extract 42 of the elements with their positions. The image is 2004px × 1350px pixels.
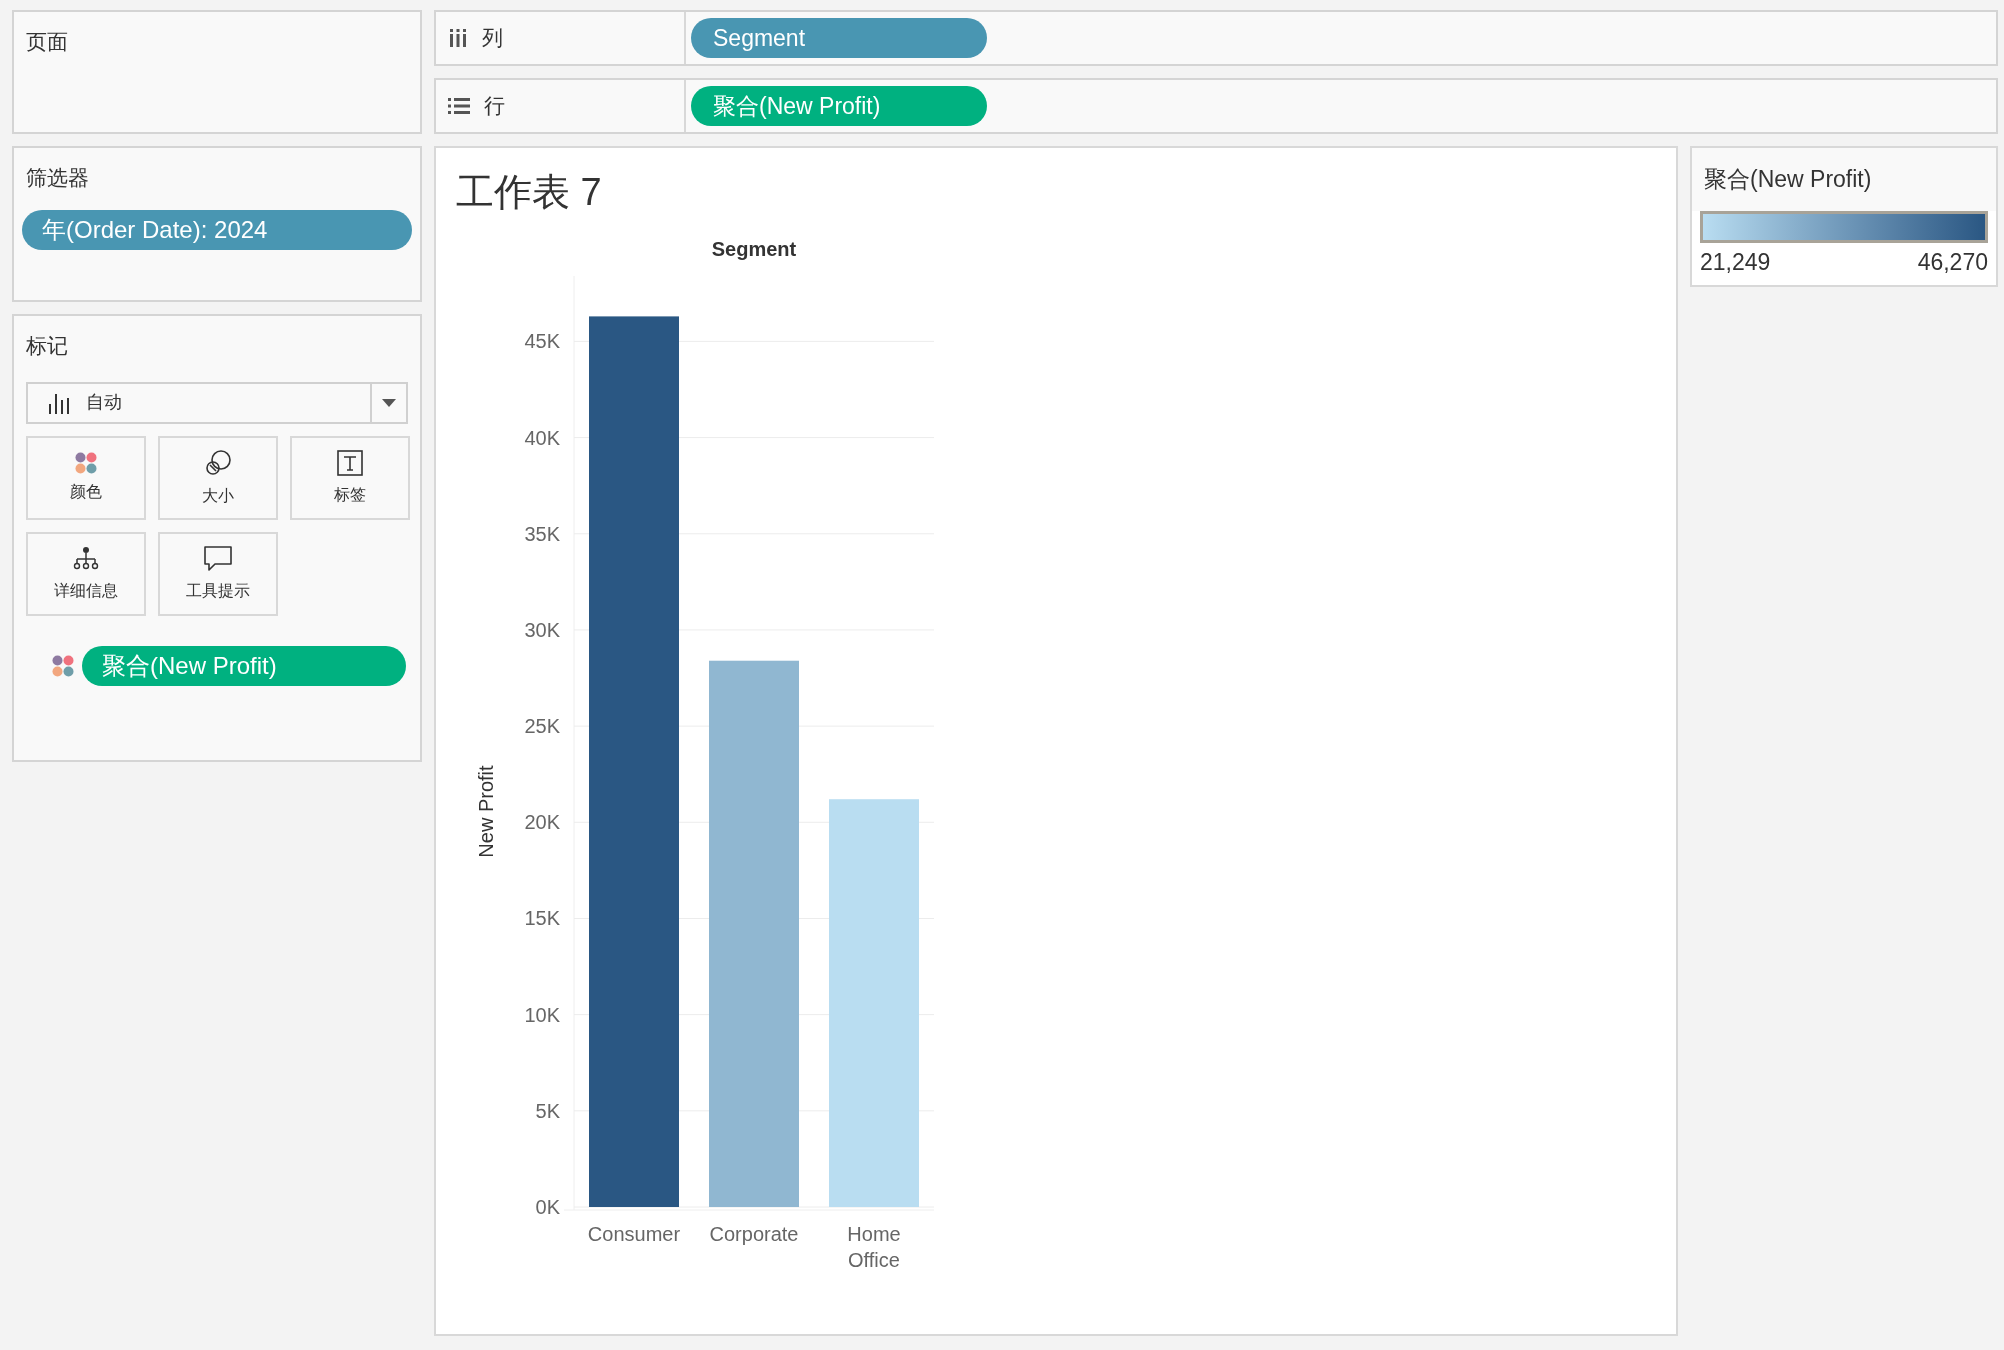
shelf-label: 列 (482, 25, 503, 52)
mark-card[interactable]: 颜色 (26, 435, 146, 520)
mark-card[interactable]: 大小 (158, 435, 278, 520)
panel-title: 标记 (26, 333, 69, 359)
bar[interactable] (829, 798, 919, 1207)
axis-tick-label: 15K (524, 907, 560, 930)
axis-tick-label: 40K (524, 426, 560, 449)
axis-tick-label: 10K (524, 1003, 560, 1026)
dropdown-caret-icon (382, 398, 396, 407)
category-label: Corporate (709, 1222, 799, 1245)
legend-max-label: 46,270 (1917, 247, 1988, 277)
mark-card[interactable]: 工具提示 (158, 531, 278, 616)
category-label: Home Office (847, 1222, 901, 1271)
axis-title: New Profit (475, 764, 497, 858)
column-header: Segment (711, 237, 797, 260)
color-dots-icon (75, 451, 97, 474)
axis-tick-label: 25K (524, 714, 560, 737)
bar[interactable] (709, 660, 799, 1207)
circles-icon (203, 447, 233, 478)
axis-tick-label: 45K (524, 330, 560, 352)
shelf-label: 行 (484, 93, 505, 120)
mark-card[interactable]: 详细信息 (26, 531, 146, 616)
mark-type-dropdown[interactable]: 自动 (26, 381, 408, 424)
panel-title: 页面 (26, 29, 69, 55)
text-icon (336, 448, 364, 477)
axis-tick-label: 30K (524, 618, 560, 641)
columns-icon (448, 28, 468, 48)
mark-card[interactable]: 标签 (290, 435, 410, 520)
speech-bubble-icon (203, 544, 233, 573)
legend-title: 聚合(New Profit) (1692, 148, 1996, 211)
axis-tick-label: 5K (535, 1099, 560, 1122)
legend-min-label: 21,249 (1700, 247, 1771, 277)
bar-chart-icon (48, 391, 70, 414)
bar[interactable] (589, 316, 679, 1207)
color-dots-icon (52, 654, 74, 677)
panel-title: 筛选器 (25, 165, 90, 191)
axis-tick-label: 35K (524, 522, 560, 545)
list-icon (448, 97, 470, 115)
category-label: Consumer (587, 1222, 681, 1245)
worksheet-title: 工作表 7 (455, 170, 603, 215)
axis-tick-label: 0K (535, 1195, 560, 1218)
axis-tick-label: 20K (524, 810, 560, 833)
